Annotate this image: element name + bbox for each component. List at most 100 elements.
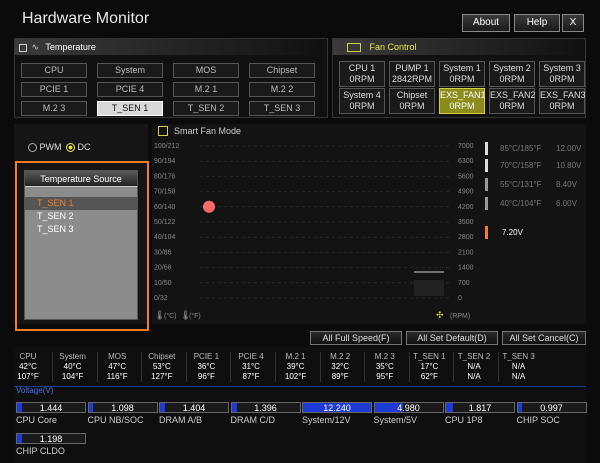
fan-icon: ✣ (436, 310, 444, 320)
sensor-name: PCIE 4 (238, 352, 264, 361)
temp-source-button[interactable]: Chipset (249, 63, 315, 78)
temp-source-button[interactable]: T_SEN 3 (249, 101, 315, 116)
all-set-cancel-button[interactable]: All Set Cancel(C) (502, 331, 586, 345)
level-bar[interactable] (485, 142, 488, 155)
temp-source-button[interactable]: T_SEN 2 (173, 101, 239, 116)
voltage-bar: 1.098 (87, 402, 158, 413)
temp-source-button[interactable]: M.2 2 (249, 82, 315, 97)
sensor-celsius: N/A (511, 362, 526, 371)
temp-source-button[interactable]: M.2 1 (173, 82, 239, 97)
temp-source-button[interactable]: CPU (21, 63, 87, 78)
voltage-name: System/12V (302, 415, 351, 425)
window-title: Hardware Monitor (22, 10, 150, 27)
y-left-tick: 50/122 (154, 219, 176, 226)
voltage-name: CHIP CLDO (16, 446, 65, 456)
voltage-name: DRAM A/B (159, 415, 203, 425)
voltage-name: DRAM C/D (230, 415, 276, 425)
fan-button[interactable]: System 3 0RPM (539, 61, 585, 87)
smart-fan-checkbox[interactable] (158, 126, 168, 136)
fan-name: EXS_FAN1 (440, 90, 486, 100)
fan-rpm: 2842RPM (391, 74, 433, 84)
fan-button[interactable]: EXS_FAN2 0RPM (489, 88, 536, 114)
fan-name: System 2 (493, 63, 531, 73)
level-voltage: 12.00V (556, 144, 582, 153)
y-left-tick: 70/158 (154, 189, 176, 196)
sensor-name: MOS (108, 352, 127, 361)
fan-button[interactable]: System 2 0RPM (489, 61, 535, 87)
fan-name: Chipset (396, 90, 428, 100)
temp-source-button[interactable]: System (97, 63, 163, 78)
fan-button[interactable]: System 4 0RPM (339, 88, 385, 114)
fan-button[interactable]: System 1 0RPM (439, 61, 485, 87)
voltage-name: CPU Core (16, 415, 58, 425)
fan-button[interactable]: PUMP 1 2842RPM (389, 61, 435, 87)
fan-button[interactable]: CPU 1 0RPM (339, 61, 385, 87)
sensor-column: Chipset 53°C 127°F (142, 352, 182, 382)
temp-source-button[interactable]: M.2 3 (21, 101, 87, 116)
level-temp: 70°C/158°F (500, 161, 542, 170)
all-full-speed-button[interactable]: All Full Speed(F) (310, 331, 402, 345)
level-voltage: 6.00V (556, 199, 577, 208)
fan-control-panel: Fan Control CPU 1 0RPM PUMP 1 2842RPM System… (332, 38, 586, 118)
voltage-bar: 0.997 (516, 402, 587, 413)
sensor-column: M.2 1 39°C 102°F (276, 352, 316, 382)
fan-button[interactable]: EXS_FAN3 0RPM (539, 88, 586, 114)
fan-curve-chart[interactable]: 100/212 700090/194 630080/176 560070/158 490… (152, 140, 492, 320)
temperature-source-item[interactable]: T_SEN 2 (25, 210, 137, 223)
fan-button[interactable]: Chipset 0RPM (389, 88, 435, 114)
sensor-column: T_SEN 3 N/A N/A (499, 352, 539, 382)
voltage-divider (14, 386, 586, 387)
temperature-source-item[interactable]: T_SEN 1 (25, 197, 137, 210)
temp-source-button[interactable]: PCIE 1 (21, 82, 87, 97)
level-temp: 85°C/185°F (500, 144, 542, 153)
temperature-source-box: Temperature Source T_SEN 1 T_SEN 2 T_SEN 3 (24, 170, 138, 320)
sensor-fahrenheit: N/A (467, 372, 481, 381)
sensor-column: T_SEN 2 N/A N/A (454, 352, 494, 382)
temperature-title: Temperature (45, 42, 96, 52)
voltage-value: 12.240 (323, 403, 351, 413)
level-bar[interactable] (485, 178, 488, 191)
curve-point[interactable] (203, 200, 215, 213)
level-bar[interactable] (485, 159, 488, 172)
fan-name: PUMP 1 (395, 63, 429, 73)
hardware-monitor-window: Hardware Monitor About Help X ∿ Temperat… (0, 0, 600, 463)
level-bar[interactable] (485, 226, 488, 239)
sensor-fahrenheit: 127°F (151, 372, 173, 381)
temperature-panel: ∿ Temperature CPU System MOS Chipset PCIE 1 P… (14, 38, 328, 118)
y-left-tick: 10/50 (154, 280, 172, 287)
fan-rpm: 0RPM (449, 101, 475, 111)
temp-source-button[interactable]: T_SEN 1 (97, 101, 163, 116)
voltage-value: 1.444 (39, 403, 63, 413)
all-set-default-button[interactable]: All Set Default(D) (406, 331, 498, 345)
dc-label: DC (77, 142, 91, 152)
pwm-radio[interactable] (28, 143, 37, 153)
temp-source-button[interactable]: MOS (173, 63, 239, 78)
y-right-tick: 5600 (458, 173, 474, 180)
fan-rpm: 0RPM (349, 101, 375, 111)
fan-name: EXS_FAN3 (540, 90, 586, 100)
sensor-name: M.2 1 (285, 352, 306, 361)
temperature-source-item[interactable]: T_SEN 3 (25, 223, 137, 236)
about-button[interactable]: About (462, 14, 510, 32)
close-button[interactable]: X (562, 14, 584, 32)
sensor-name: M.2 3 (374, 352, 395, 361)
voltage-name: System/5V (373, 415, 418, 425)
temp-source-button[interactable]: PCIE 4 (97, 82, 163, 97)
sensor-celsius: 40°C (63, 362, 82, 371)
sensor-name: PCIE 1 (193, 352, 220, 361)
fan-button[interactable]: EXS_FAN1 0RPM (439, 88, 486, 114)
sensor-fahrenheit: 87°F (242, 372, 260, 381)
sensor-name: CPU (19, 352, 37, 361)
legend-celsius: (°C) (164, 312, 177, 320)
level-bar[interactable] (485, 197, 488, 210)
sensor-column: PCIE 1 36°C 96°F (186, 352, 226, 382)
sensor-celsius: 17°C (420, 362, 439, 371)
sensor-column: M.2 2 32°C 89°F (320, 352, 360, 382)
voltage-name: CPU 1P8 (445, 415, 483, 425)
voltage-title: Voltage(V) (16, 386, 54, 395)
sensor-fahrenheit: 102°F (284, 372, 307, 381)
fan-name: CPU 1 (348, 63, 376, 73)
y-right-tick: 6300 (458, 158, 474, 165)
help-button[interactable]: Help (514, 14, 560, 32)
dc-radio[interactable] (66, 143, 76, 153)
